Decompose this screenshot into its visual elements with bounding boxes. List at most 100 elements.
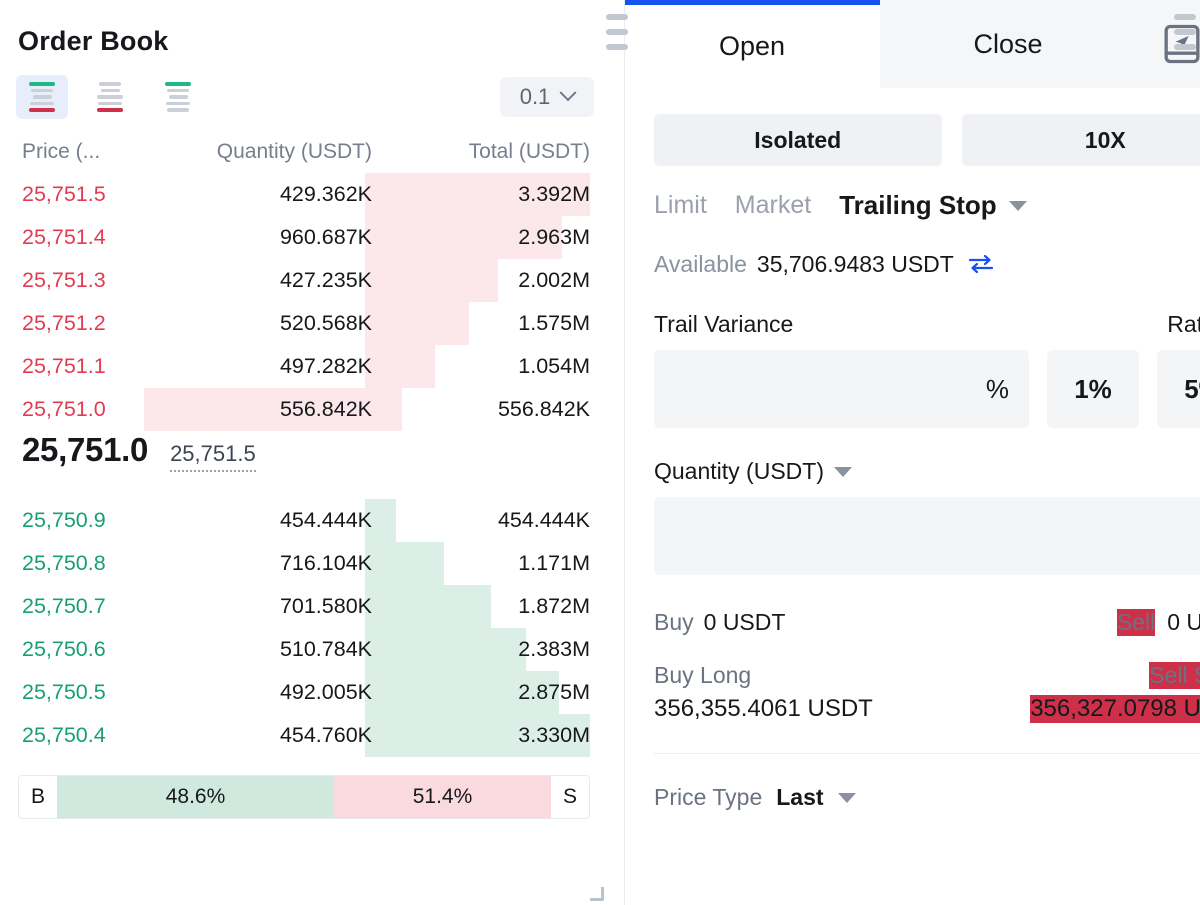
- precision-selector[interactable]: 0.1: [500, 77, 594, 117]
- cell-total: 3.330M: [518, 723, 590, 747]
- caret-down-icon[interactable]: [833, 466, 852, 477]
- cell-total: 1.872M: [518, 594, 590, 618]
- cell-quantity: 429.362K: [279, 182, 372, 206]
- sell-cost-value: 0 USDT: [1167, 609, 1200, 635]
- view-mode-asks-icon[interactable]: [84, 75, 136, 119]
- order-type-limit[interactable]: Limit: [654, 191, 707, 220]
- cell-total: 556.842K: [497, 397, 590, 421]
- column-header-total: Total (USDT): [468, 140, 590, 163]
- cell-quantity: 960.687K: [279, 225, 372, 249]
- trail-variance-unit-label: Ratio: [1167, 311, 1200, 337]
- panel-drag-handle-right[interactable]: [1174, 14, 1196, 50]
- tab-open[interactable]: Open: [624, 0, 880, 88]
- bid-rows: 25,750.9 454.444K 454.444K 25,750.8 716.104K…: [0, 499, 608, 757]
- column-header-price: Price (...: [22, 140, 101, 163]
- buy-cost-label: Buy: [654, 609, 694, 635]
- cell-total: 1.054M: [518, 354, 590, 378]
- tab-close[interactable]: Close: [880, 0, 1136, 88]
- cell-quantity: 454.760K: [279, 723, 372, 747]
- view-mode-bids-icon[interactable]: [152, 75, 204, 119]
- price-type-row[interactable]: Price Type Last: [624, 754, 1200, 811]
- available-label: Available: [654, 250, 747, 277]
- order-type-row: Limit Market Trailing Stop: [624, 166, 1200, 221]
- table-row[interactable]: 25,750.6 510.784K 2.383M: [0, 628, 608, 671]
- margin-leverage-row: Isolated 10X: [624, 88, 1200, 166]
- buy-sell-ratio-wrap: B 48.6% 51.4% S: [0, 765, 608, 819]
- order-type-market[interactable]: Market: [735, 191, 811, 220]
- cell-quantity: 701.580K: [279, 594, 372, 618]
- resize-handle-corner[interactable]: [590, 887, 604, 901]
- cell-quantity: 556.842K: [279, 397, 372, 421]
- leverage-button[interactable]: 10X: [961, 114, 1200, 166]
- cell-price: 25,750.9: [22, 508, 106, 532]
- price-type-label: Price Type: [654, 784, 763, 810]
- trail-variance-input[interactable]: [654, 350, 1029, 428]
- buy-sell-ratio-bar[interactable]: B 48.6% 51.4% S: [18, 775, 590, 819]
- caret-down-icon[interactable]: [1008, 200, 1027, 211]
- order-type-trailing-stop[interactable]: Trailing Stop: [839, 190, 996, 221]
- table-row[interactable]: 25,751.4 960.687K 2.963M: [0, 216, 608, 259]
- trade-panel: Open Close Isolated 10X Limit Market Tra…: [608, 0, 1200, 905]
- price-type-value: Last: [776, 784, 824, 810]
- panel-divider: [624, 0, 625, 905]
- table-row[interactable]: 25,750.4 454.760K 3.330M: [0, 714, 608, 757]
- trail-variance-quick-5[interactable]: 5%: [1157, 350, 1200, 428]
- buy-cost-value: 0 USDT: [703, 609, 786, 635]
- cell-total: 2.963M: [518, 225, 590, 249]
- cell-quantity: 520.568K: [279, 311, 372, 335]
- table-row[interactable]: 25,750.9 454.444K 454.444K: [0, 499, 608, 542]
- column-header-quantity: Quantity (USDT): [216, 140, 372, 163]
- index-price: 25,751.5: [170, 441, 256, 472]
- table-row[interactable]: 25,751.0 556.842K 556.842K: [0, 388, 608, 431]
- quantity-input[interactable]: [654, 497, 1200, 575]
- trail-variance-quick-1[interactable]: 1%: [1047, 350, 1139, 428]
- cell-quantity: 492.005K: [279, 680, 372, 704]
- mid-price-row[interactable]: 25,751.0 25,751.5: [0, 431, 608, 499]
- cell-price: 25,750.5: [22, 680, 106, 704]
- cell-total: 1.171M: [518, 551, 590, 575]
- table-row[interactable]: 25,750.8 716.104K 1.171M: [0, 542, 608, 585]
- cell-total: 3.392M: [518, 182, 590, 206]
- margin-mode-button[interactable]: Isolated: [654, 114, 942, 166]
- long-short-value-row: 356,355.4061 USDT 356,327.0798 USDT: [624, 689, 1200, 723]
- order-book-toolbar: 0.1: [0, 75, 608, 119]
- cell-quantity: 510.784K: [279, 637, 372, 661]
- cell-price: 25,751.1: [22, 354, 106, 378]
- trading-app: Order Book 0.1 Price (... Quantity (USDT…: [0, 0, 1200, 905]
- caret-down-icon: [837, 792, 856, 803]
- ratio-sell-cap: S: [551, 776, 589, 818]
- cell-quantity: 716.104K: [279, 551, 372, 575]
- trail-variance-unit-selector[interactable]: Ratio: [1167, 311, 1200, 338]
- sell-short-label: Sell Short: [1149, 662, 1200, 689]
- cell-price: 25,750.7: [22, 594, 106, 618]
- cell-price: 25,751.3: [22, 268, 106, 292]
- table-row[interactable]: 25,751.3 427.235K 2.002M: [0, 259, 608, 302]
- table-row[interactable]: 25,751.5 429.362K 3.392M: [0, 173, 608, 216]
- cell-price: 25,751.4: [22, 225, 106, 249]
- available-value: 35,706.9483 USDT: [756, 250, 954, 277]
- cell-total: 2.875M: [518, 680, 590, 704]
- quantity-label-row: Quantity (USDT): [624, 428, 1200, 485]
- table-row[interactable]: 25,750.5 492.005K 2.875M: [0, 671, 608, 714]
- transfer-swap-icon[interactable]: [968, 253, 994, 275]
- cell-total: 2.002M: [518, 268, 590, 292]
- view-mode-both-icon[interactable]: [16, 75, 68, 119]
- cell-total: 2.383M: [518, 637, 590, 661]
- cell-quantity: 497.282K: [279, 354, 372, 378]
- quantity-label: Quantity (USDT): [654, 458, 824, 484]
- table-row[interactable]: 25,751.1 497.282K 1.054M: [0, 345, 608, 388]
- table-row[interactable]: 25,751.2 520.568K 1.575M: [0, 302, 608, 345]
- table-row[interactable]: 25,750.7 701.580K 1.872M: [0, 585, 608, 628]
- order-book-panel: Order Book 0.1 Price (... Quantity (USDT…: [0, 0, 608, 905]
- cell-total: 1.575M: [518, 311, 590, 335]
- page-title: Order Book: [18, 26, 169, 56]
- buy-long-value: 356,355.4061 USDT: [654, 695, 873, 722]
- sell-cost-label: Sell: [1116, 609, 1156, 636]
- cell-price: 25,751.0: [22, 397, 106, 421]
- panel-drag-handle-left[interactable]: [606, 14, 628, 50]
- cell-price: 25,751.2: [22, 311, 106, 335]
- cell-quantity: 454.444K: [279, 508, 372, 532]
- cell-price: 25,750.4: [22, 723, 106, 747]
- trade-tabs: Open Close: [624, 0, 1200, 88]
- buy-long-label: Buy Long: [654, 662, 752, 688]
